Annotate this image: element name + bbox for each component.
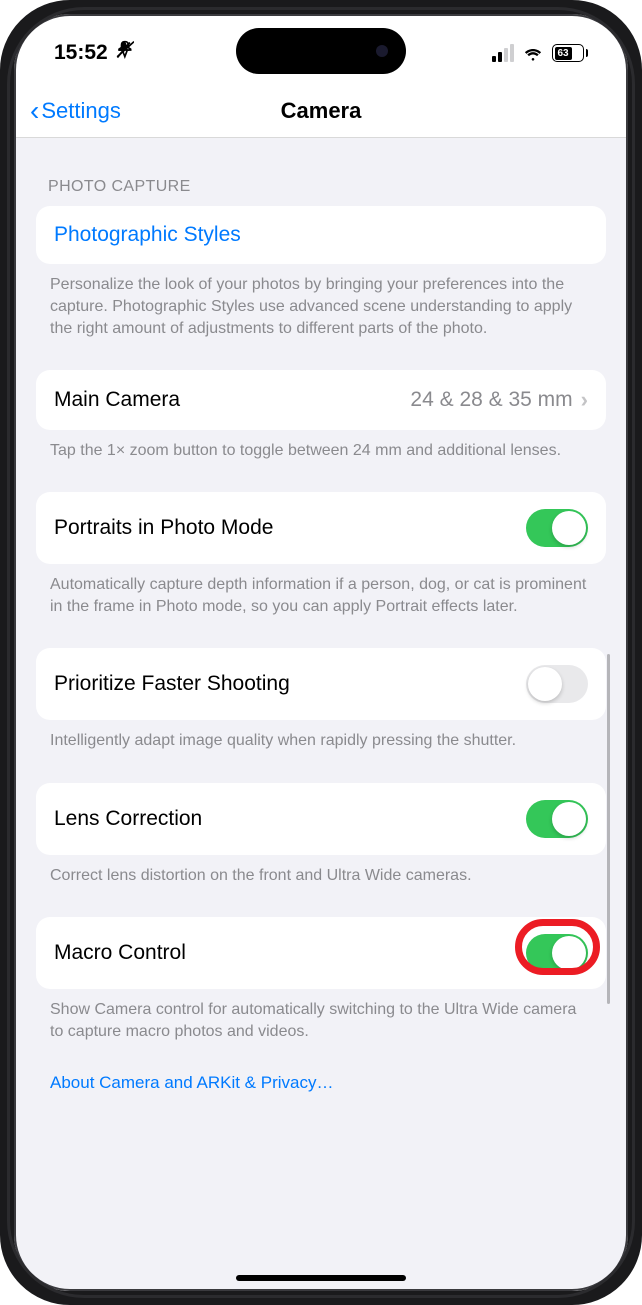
section-header-photo-capture: PHOTO CAPTURE (36, 138, 606, 206)
lens-correction-label: Lens Correction (54, 807, 202, 831)
lens-correction-row: Lens Correction (36, 783, 606, 855)
portraits-toggle[interactable] (526, 509, 588, 547)
status-time: 15:52 (54, 41, 108, 65)
back-label: Settings (41, 98, 121, 124)
chevron-left-icon: ‹ (30, 97, 39, 125)
photographic-styles-footer: Personalize the look of your photos by b… (36, 264, 606, 340)
back-button[interactable]: ‹ Settings (30, 97, 121, 125)
macro-control-toggle[interactable] (526, 934, 588, 972)
dynamic-island (236, 28, 406, 74)
main-camera-value: 24 & 28 & 35 mm (410, 388, 572, 412)
main-camera-row[interactable]: Main Camera 24 & 28 & 35 mm › (36, 370, 606, 430)
about-camera-link[interactable]: About Camera and ARKit & Privacy… (36, 1043, 606, 1133)
macro-control-row: Macro Control (36, 917, 606, 989)
prioritize-label: Prioritize Faster Shooting (54, 672, 290, 696)
prioritize-footer: Intelligently adapt image quality when r… (36, 720, 606, 752)
prioritize-row: Prioritize Faster Shooting (36, 648, 606, 720)
page-title: Camera (281, 98, 362, 124)
portraits-label: Portraits in Photo Mode (54, 516, 273, 540)
photographic-styles-row[interactable]: Photographic Styles (36, 206, 606, 264)
chevron-right-icon: › (581, 387, 588, 413)
main-camera-label: Main Camera (54, 388, 180, 412)
silent-icon (114, 40, 134, 66)
wifi-icon (522, 44, 544, 62)
macro-control-footer: Show Camera control for automatically sw… (36, 989, 606, 1043)
home-indicator[interactable] (236, 1275, 406, 1281)
nav-bar: ‹ Settings Camera (14, 84, 628, 138)
prioritize-toggle[interactable] (526, 665, 588, 703)
battery-icon: 63 (552, 44, 588, 62)
scroll-indicator[interactable] (607, 654, 610, 1004)
lens-correction-footer: Correct lens distortion on the front and… (36, 855, 606, 887)
portraits-footer: Automatically capture depth information … (36, 564, 606, 618)
lens-correction-toggle[interactable] (526, 800, 588, 838)
cellular-icon (492, 44, 514, 62)
macro-control-label: Macro Control (54, 941, 186, 965)
portraits-row: Portraits in Photo Mode (36, 492, 606, 564)
main-camera-footer: Tap the 1× zoom button to toggle between… (36, 430, 606, 462)
photographic-styles-label: Photographic Styles (54, 223, 241, 247)
